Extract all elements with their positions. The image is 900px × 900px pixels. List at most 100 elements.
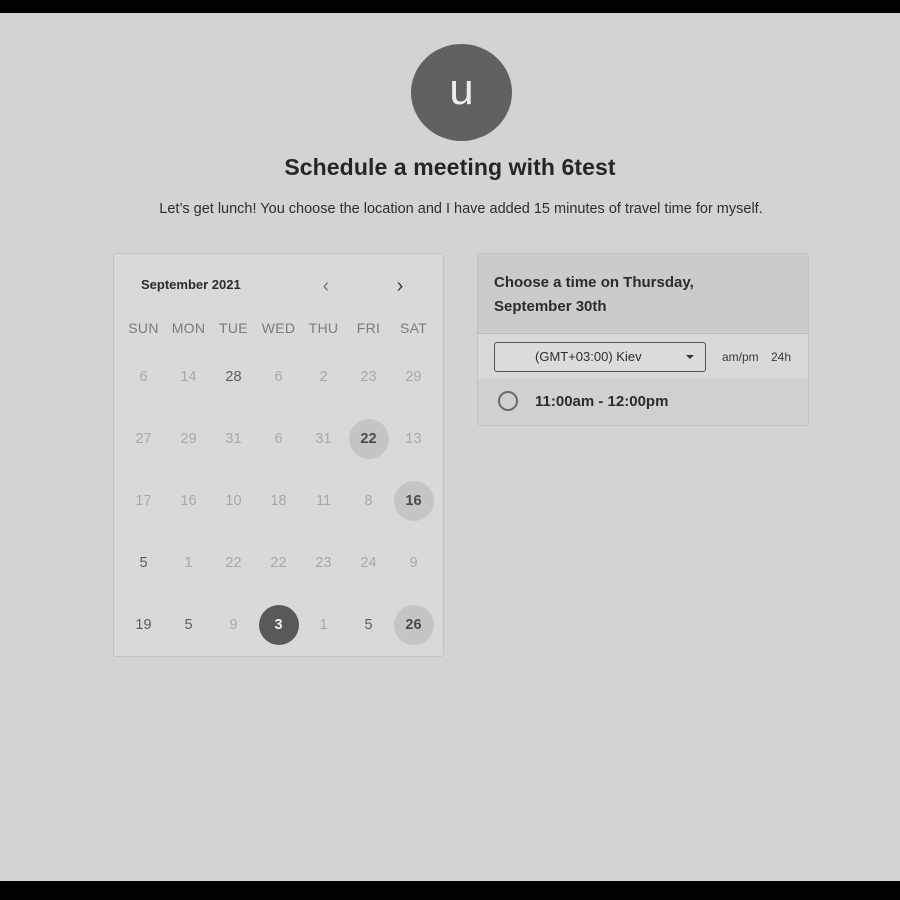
calendar-week-row: 27 29 31 6 31 22 13 bbox=[121, 408, 436, 470]
calendar-month-label: September 2021 bbox=[141, 277, 241, 292]
calendar-week-row: 17 16 10 18 11 8 16 bbox=[121, 470, 436, 532]
calendar-day: 29 bbox=[166, 419, 211, 459]
page-subtitle: Let’s get lunch! You choose the location… bbox=[159, 201, 763, 217]
time-slot-panel: Choose a time on Thursday, September 30t… bbox=[477, 253, 809, 426]
calendar-day-number: 13 bbox=[405, 431, 422, 447]
calendar-day-number: 24 bbox=[360, 555, 377, 571]
calendar-day-grid: 6 14 28 6 2 23 29 27 29 31 6 31 22 13 17 16 10 18 11 8 16 5 1 2… bbox=[121, 346, 436, 656]
calendar-day: 14 bbox=[166, 357, 211, 397]
calendar-day-selected[interactable]: 3 bbox=[256, 605, 301, 645]
calendar-day-available[interactable]: 26 bbox=[391, 605, 436, 645]
format-ampm-toggle[interactable]: am/pm bbox=[722, 350, 759, 364]
calendar-day-number: 19 bbox=[135, 617, 152, 633]
calendar-day: 31 bbox=[301, 419, 346, 459]
weekday-label: MON bbox=[171, 320, 206, 336]
calendar-day: 5 bbox=[346, 605, 391, 645]
calendar-day: 11 bbox=[301, 481, 346, 521]
calendar-day: 1 bbox=[166, 543, 211, 583]
calendar-day: 27 bbox=[121, 419, 166, 459]
calendar-day-number: 11 bbox=[315, 493, 332, 509]
calendar-day-number: 29 bbox=[180, 431, 197, 447]
timezone-row: (GMT+03:00) Kiev am/pm 24h bbox=[478, 334, 808, 379]
calendar-day: 18 bbox=[256, 481, 301, 521]
calendar-day-available[interactable]: 22 bbox=[346, 419, 391, 459]
avatar: u bbox=[411, 44, 512, 141]
calendar-day-number: 17 bbox=[135, 493, 152, 509]
calendar-day: 2 bbox=[301, 357, 346, 397]
time-slot-option[interactable]: 11:00am - 12:00pm bbox=[478, 379, 808, 425]
calendar-day: 6 bbox=[121, 357, 166, 397]
calendar-day-number: 2 bbox=[319, 369, 328, 385]
calendar-day-number: 16 bbox=[180, 493, 197, 509]
calendar-day-number: 3 bbox=[258, 605, 299, 645]
calendar-day-number: 5 bbox=[364, 617, 373, 633]
calendar-day: 24 bbox=[346, 543, 391, 583]
calendar-day-number: 28 bbox=[225, 369, 242, 385]
calendar-day: 22 bbox=[211, 543, 256, 583]
calendar-day-number: 18 bbox=[270, 493, 287, 509]
timezone-select[interactable]: (GMT+03:00) Kiev bbox=[494, 342, 706, 372]
weekday-label: TUE bbox=[219, 320, 248, 336]
calendar-day: 31 bbox=[211, 419, 256, 459]
calendar-day: 9 bbox=[391, 543, 436, 583]
calendar-day: 10 bbox=[211, 481, 256, 521]
calendar-day-number: 8 bbox=[364, 493, 373, 509]
weekday-label: THU bbox=[308, 320, 339, 336]
calendar-day-number: 1 bbox=[319, 617, 328, 633]
calendar-day: 6 bbox=[256, 419, 301, 459]
calendar: September 2021 ‹ › SUN MON TUE WED THU F… bbox=[113, 253, 444, 657]
calendar-day: 5 bbox=[166, 605, 211, 645]
calendar-day-number: 26 bbox=[393, 605, 434, 645]
calendar-week-row: 6 14 28 6 2 23 29 bbox=[121, 346, 436, 408]
calendar-day: 8 bbox=[346, 481, 391, 521]
calendar-day: 28 bbox=[211, 357, 256, 397]
calendar-day: 13 bbox=[391, 419, 436, 459]
calendar-day-number: 23 bbox=[360, 369, 377, 385]
radio-button-icon[interactable] bbox=[498, 391, 518, 411]
calendar-day: 17 bbox=[121, 481, 166, 521]
calendar-day-available[interactable]: 16 bbox=[391, 481, 436, 521]
calendar-day: 23 bbox=[301, 543, 346, 583]
calendar-week-row: 5 1 22 22 23 24 9 bbox=[121, 532, 436, 594]
calendar-day-number: 9 bbox=[229, 617, 238, 633]
calendar-day-number: 6 bbox=[274, 431, 283, 447]
page-title: Schedule a meeting with 6test bbox=[284, 154, 616, 180]
caret-down-icon bbox=[686, 355, 694, 359]
calendar-day: 5 bbox=[121, 543, 166, 583]
time-panel-heading-line: September 30th bbox=[494, 298, 607, 315]
calendar-day: 6 bbox=[256, 357, 301, 397]
calendar-day: 19 bbox=[121, 605, 166, 645]
calendar-day-number: 23 bbox=[315, 555, 332, 571]
calendar-day-number: 5 bbox=[139, 555, 148, 571]
chevron-left-icon[interactable]: ‹ bbox=[315, 276, 337, 298]
calendar-day: 22 bbox=[256, 543, 301, 583]
weekday-label: FRI bbox=[356, 320, 381, 336]
weekday-label: SAT bbox=[399, 320, 428, 336]
chevron-right-icon[interactable]: › bbox=[389, 276, 411, 298]
calendar-day-number: 22 bbox=[225, 555, 242, 571]
calendar-day-number: 14 bbox=[180, 369, 197, 385]
scheduling-page: u Schedule a meeting with 6test Let’s ge… bbox=[0, 13, 900, 881]
format-24h-toggle[interactable]: 24h bbox=[771, 350, 791, 364]
calendar-day-number: 16 bbox=[393, 481, 434, 521]
calendar-day-number: 10 bbox=[225, 493, 242, 509]
weekday-label: WED bbox=[261, 320, 296, 336]
calendar-day-number: 31 bbox=[315, 431, 332, 447]
calendar-day: 29 bbox=[391, 357, 436, 397]
calendar-day-number: 1 bbox=[184, 555, 193, 571]
calendar-day-number: 31 bbox=[225, 431, 242, 447]
calendar-day: 23 bbox=[346, 357, 391, 397]
time-slot-label: 11:00am - 12:00pm bbox=[535, 393, 669, 410]
calendar-day-number: 5 bbox=[184, 617, 193, 633]
calendar-day-number: 9 bbox=[409, 555, 418, 571]
calendar-day-number: 22 bbox=[348, 419, 389, 459]
weekday-label: SUN bbox=[128, 320, 159, 336]
calendar-day-number: 22 bbox=[270, 555, 287, 571]
calendar-week-row: 19 5 9 3 1 5 26 bbox=[121, 594, 436, 656]
calendar-day-number: 27 bbox=[135, 431, 152, 447]
time-panel-heading-line: Choose a time on Thursday, bbox=[494, 274, 694, 291]
calendar-day: 1 bbox=[301, 605, 346, 645]
calendar-day-number: 6 bbox=[139, 369, 148, 385]
calendar-day: 9 bbox=[211, 605, 256, 645]
timezone-value: (GMT+03:00) Kiev bbox=[535, 349, 642, 364]
